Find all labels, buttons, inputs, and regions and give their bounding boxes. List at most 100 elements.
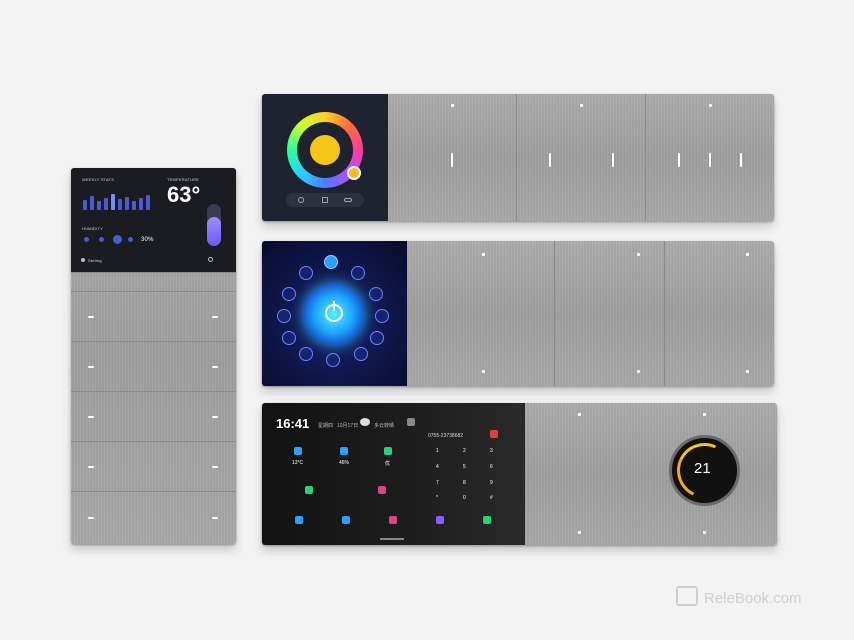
- lock-icon[interactable]: [407, 418, 415, 426]
- cooker-icon[interactable]: [326, 353, 340, 367]
- night-icon[interactable]: [299, 266, 313, 280]
- indicator-dot: [703, 531, 706, 534]
- keypad-9[interactable]: 9: [490, 480, 493, 486]
- switch-key[interactable]: [517, 94, 646, 221]
- indicator-dot: [578, 531, 581, 534]
- keypad-hash[interactable]: #: [490, 495, 493, 501]
- tile-temperature: 13°C: [292, 460, 304, 466]
- switch-key[interactable]: [555, 241, 665, 386]
- tile-humidity: 46%: [339, 460, 350, 466]
- keypad-0[interactable]: 0: [463, 495, 466, 501]
- fridge-icon[interactable]: [375, 309, 389, 323]
- dashboard-screen[interactable]: 16:41 星期四 10月17日 多云转晴 13°C 46% 优 0755-23…: [262, 403, 525, 545]
- divider: [71, 272, 236, 273]
- chart-bar: [97, 201, 101, 210]
- power-icon-stroke: [333, 301, 335, 311]
- switch-indicator: [88, 466, 94, 468]
- phone-number: 0755-23738682: [428, 433, 464, 439]
- power-button[interactable]: [304, 284, 364, 344]
- settings-dot-icon: [81, 258, 85, 262]
- tv-icon[interactable]: [277, 309, 291, 323]
- keypad-1[interactable]: 1: [436, 448, 439, 454]
- tile-air-quality: 优: [385, 461, 391, 467]
- switch-indicator: [549, 153, 551, 167]
- scene-control-screen[interactable]: [262, 241, 407, 386]
- left-display-screen[interactable]: WEEKLY STATS TEMPERATURE 63° HUMIDITY 30…: [71, 168, 236, 272]
- chart-bar: [83, 200, 87, 210]
- camera-icon[interactable]: [378, 486, 386, 494]
- moon-icon[interactable]: [324, 255, 338, 269]
- indicator-dot: [482, 253, 485, 256]
- ring-center: [297, 122, 353, 178]
- timer-icon[interactable]: [354, 347, 368, 361]
- page-indicator[interactable]: [380, 538, 404, 540]
- color-light-screen[interactable]: [262, 94, 388, 221]
- scene-home-icon[interactable]: [295, 516, 303, 524]
- scene-done-icon[interactable]: [483, 516, 491, 524]
- mode-bar[interactable]: [286, 193, 364, 207]
- temperature-slider[interactable]: [207, 204, 221, 246]
- monitor-icon[interactable]: [282, 331, 296, 345]
- switch-key[interactable]: [407, 241, 555, 386]
- indicator-dot: [703, 413, 706, 416]
- indicator-dot: [709, 104, 712, 107]
- indicator-dot: [746, 370, 749, 373]
- keypad-8[interactable]: 8: [463, 480, 466, 486]
- middle-horizontal-switch-panel: [262, 241, 774, 386]
- temperature-value: 63°: [167, 182, 201, 207]
- chart-bar: [146, 195, 150, 210]
- date-text: 10月17日: [337, 423, 359, 429]
- switch-indicator: [212, 316, 218, 318]
- indicator-dot: [451, 104, 454, 107]
- headphone-icon[interactable]: [369, 287, 383, 301]
- cloud-icon: [360, 418, 370, 426]
- chart-bar: [118, 199, 122, 210]
- divider: [71, 441, 236, 442]
- status-text: Setting: [88, 258, 102, 263]
- keypad-star[interactable]: *: [436, 495, 438, 501]
- robot-icon[interactable]: [299, 347, 313, 361]
- watermark-text: RelеBook.com: [704, 590, 802, 607]
- color-ring-dial[interactable]: [287, 112, 363, 188]
- link-icon[interactable]: [344, 198, 352, 202]
- indicator-dot: [580, 104, 583, 107]
- switch-indicator: [88, 316, 94, 318]
- leaf-icon: [384, 447, 392, 455]
- indicator-dot: [637, 370, 640, 373]
- slider-fill: [207, 216, 221, 246]
- humidity-value: 30%: [141, 237, 154, 243]
- dial-knob[interactable]: [347, 166, 361, 180]
- switch-indicator: [212, 517, 218, 519]
- chart-bar: [90, 196, 94, 210]
- watermark-logo-icon: [676, 586, 698, 606]
- switch-indicator: [212, 466, 218, 468]
- keypad-7[interactable]: 7: [436, 480, 439, 486]
- thermostat-knob[interactable]: 21: [669, 435, 740, 506]
- keypad-4[interactable]: 4: [436, 464, 439, 470]
- shield-icon[interactable]: [322, 197, 328, 203]
- brightness-icon[interactable]: [298, 197, 304, 203]
- indicator-dot: [482, 370, 485, 373]
- scene-sleep-icon[interactable]: [436, 516, 444, 524]
- hangup-icon[interactable]: [490, 430, 498, 438]
- switch-indicator: [88, 416, 94, 418]
- keypad-5[interactable]: 5: [463, 464, 466, 470]
- humidity-mode-icon[interactable]: [113, 235, 122, 244]
- switch-indicator: [678, 153, 680, 167]
- phone-icon[interactable]: [305, 486, 313, 494]
- switch-indicator: [88, 366, 94, 368]
- scene-guest-icon[interactable]: [389, 516, 397, 524]
- scene-away-icon[interactable]: [342, 516, 350, 524]
- ac-icon[interactable]: [282, 287, 296, 301]
- keypad-3[interactable]: 3: [490, 448, 493, 454]
- weekday-text: 星期四: [318, 423, 334, 429]
- washer-icon[interactable]: [370, 331, 384, 345]
- left-vertical-switch-panel: WEEKLY STATS TEMPERATURE 63° HUMIDITY 30…: [71, 168, 236, 544]
- curtain-icon[interactable]: [351, 266, 365, 280]
- divider: [71, 291, 236, 292]
- keypad-2[interactable]: 2: [463, 448, 466, 454]
- gear-icon[interactable]: [208, 257, 213, 262]
- lamp-icon: [310, 135, 340, 165]
- keypad-6[interactable]: 6: [490, 464, 493, 470]
- thermostat-value: 21: [694, 460, 711, 477]
